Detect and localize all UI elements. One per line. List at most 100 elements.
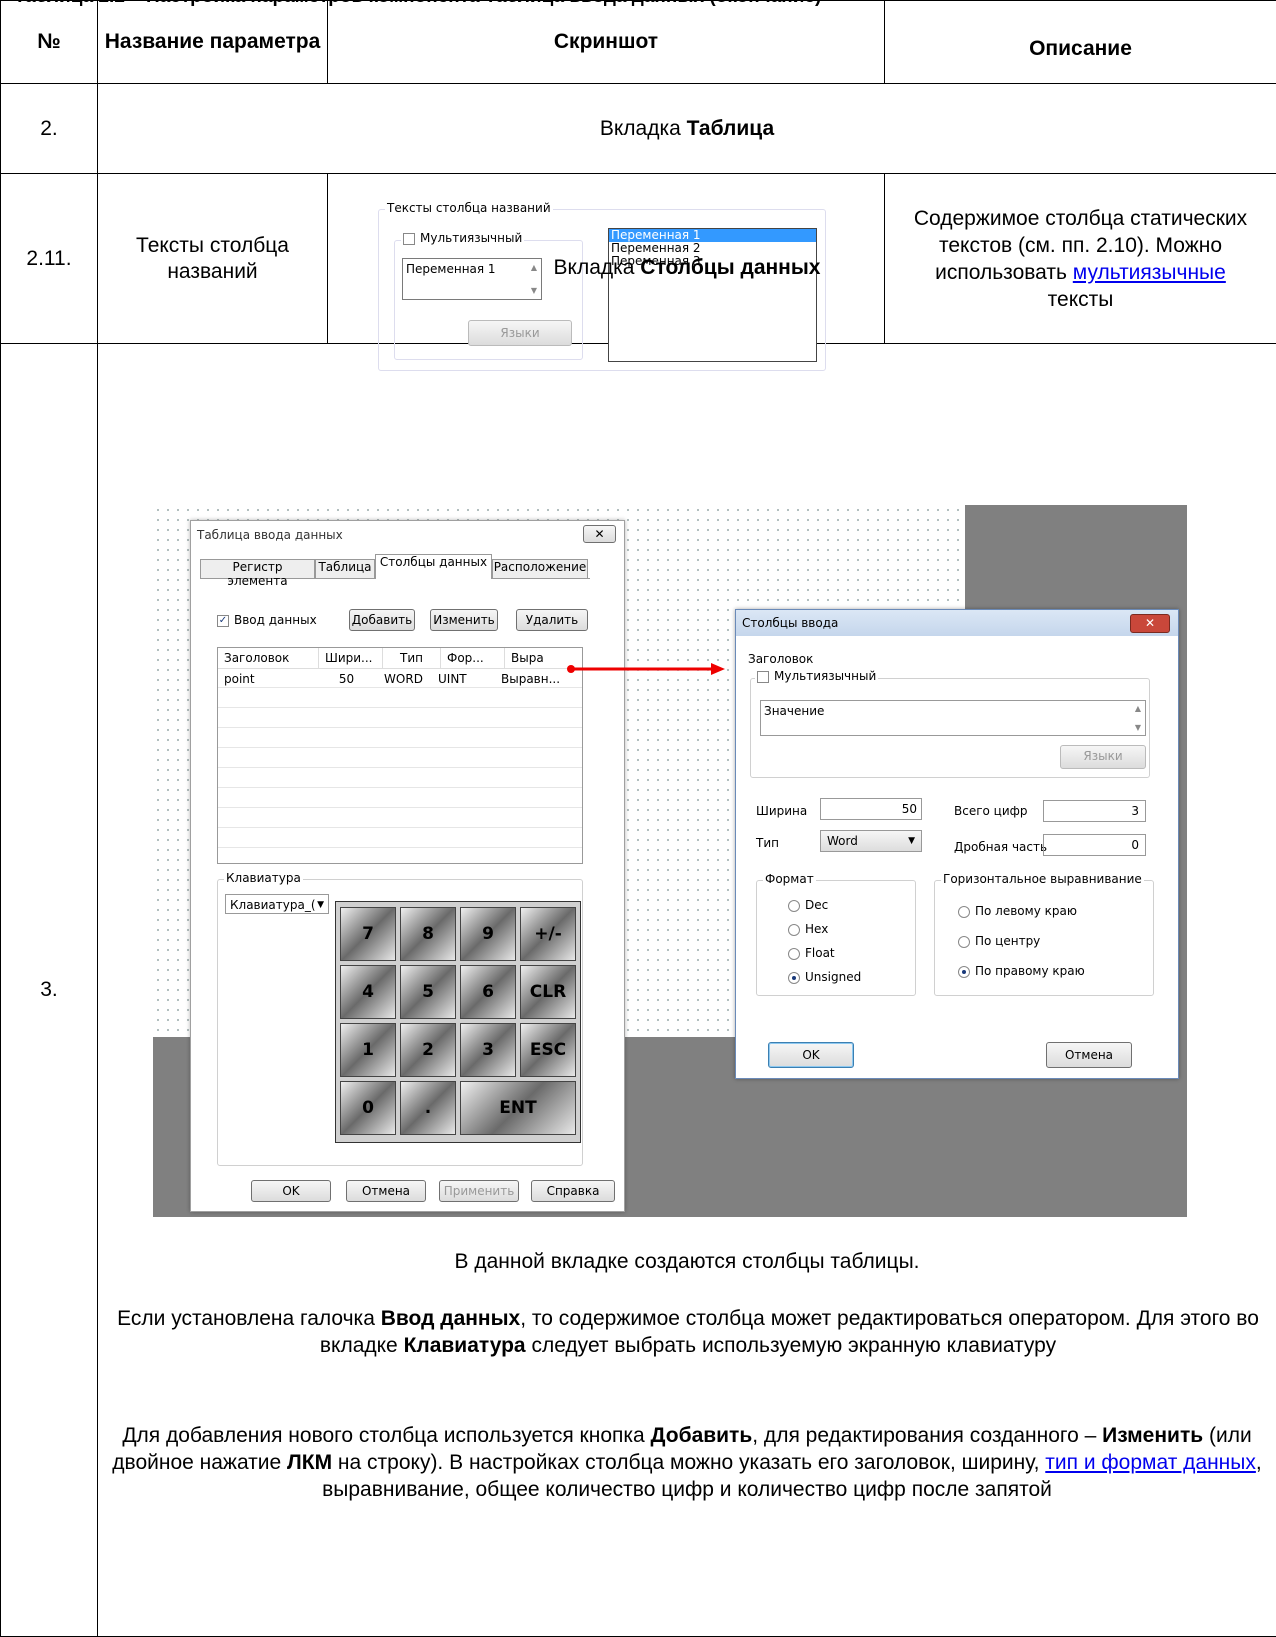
key-plus-minus[interactable]: +/- bbox=[520, 907, 576, 961]
radio-icon[interactable] bbox=[788, 948, 800, 960]
cell-type: WORD bbox=[375, 669, 432, 689]
digits-input[interactable]: 3 bbox=[1043, 800, 1146, 822]
titles-list[interactable]: Переменная 1 Переменная 2 Переменная 3 bbox=[608, 228, 817, 362]
radio-label: Float bbox=[805, 946, 835, 960]
radio-label: Unsigned bbox=[805, 970, 861, 984]
digits-label: Всего цифр bbox=[954, 804, 1028, 818]
table-row[interactable]: point 50 WORD UINT Выравн... bbox=[218, 669, 582, 689]
key-0[interactable]: 0 bbox=[340, 1081, 396, 1135]
data-input-check[interactable]: ✓ Ввод данных bbox=[217, 613, 317, 627]
multilang-check[interactable]: Мультиязычный bbox=[755, 669, 878, 683]
key-clr[interactable]: CLR bbox=[520, 965, 576, 1019]
ok-button[interactable]: OK bbox=[251, 1180, 331, 1202]
keyboard-select-value: Клавиатура_( bbox=[230, 898, 316, 912]
cancel-button[interactable]: Отмена bbox=[346, 1180, 426, 1202]
key-9[interactable]: 9 bbox=[460, 907, 516, 961]
data-type-link[interactable]: тип и формат данных bbox=[1045, 1451, 1256, 1474]
key-2[interactable]: 2 bbox=[400, 1023, 456, 1077]
radio-align-center[interactable]: По центру bbox=[958, 934, 1040, 948]
edit-button[interactable]: Изменить bbox=[430, 609, 498, 631]
radio-align-right[interactable]: По правому краю bbox=[958, 964, 1085, 978]
tab-table[interactable]: Таблица bbox=[315, 559, 375, 579]
key-6[interactable]: 6 bbox=[460, 965, 516, 1019]
key-8[interactable]: 8 bbox=[400, 907, 456, 961]
radio-icon[interactable] bbox=[788, 924, 800, 936]
row-3-title: Вкладка Столбцы данных bbox=[98, 256, 1276, 280]
multilang-check[interactable]: Мультиязычный bbox=[401, 231, 524, 245]
languages-button[interactable]: Языки bbox=[1060, 745, 1146, 769]
width-input[interactable]: 50 bbox=[820, 798, 922, 820]
paragraph-3: Для добавления нового столбца использует… bbox=[104, 1422, 1270, 1503]
key-4[interactable]: 4 bbox=[340, 965, 396, 1019]
key-1[interactable]: 1 bbox=[340, 1023, 396, 1077]
radio-icon[interactable] bbox=[788, 900, 800, 912]
radio-float[interactable]: Float bbox=[788, 946, 835, 960]
header-num: № bbox=[1, 1, 98, 84]
p2-text: следует выбрать используемую экранную кл… bbox=[526, 1334, 1057, 1357]
row-3-num: 3. bbox=[1, 344, 98, 1637]
radio-selected-icon[interactable] bbox=[958, 966, 970, 978]
radio-dec[interactable]: Dec bbox=[788, 898, 828, 912]
radio-icon[interactable] bbox=[958, 936, 970, 948]
radio-unsigned[interactable]: Unsigned bbox=[788, 970, 861, 984]
checkbox-icon[interactable] bbox=[757, 671, 769, 683]
ok-button[interactable]: OK bbox=[768, 1042, 854, 1068]
help-button[interactable]: Справка bbox=[531, 1180, 615, 1202]
columns-list[interactable]: Заголовок Шири... Тип Фор... Выра point … bbox=[217, 647, 583, 864]
key-dot[interactable]: . bbox=[400, 1081, 456, 1135]
key-esc[interactable]: ESC bbox=[520, 1023, 576, 1077]
key-5[interactable]: 5 bbox=[400, 965, 456, 1019]
apply-button[interactable]: Применить bbox=[439, 1180, 519, 1202]
add-button[interactable]: Добавить bbox=[349, 609, 415, 631]
type-label: Тип bbox=[756, 836, 779, 850]
align-group-label: Горизонтальное выравнивание bbox=[941, 872, 1144, 886]
row-2-num: 2. bbox=[1, 84, 98, 174]
dialog-table-input: Таблица ввода данных ✕ Регистр элемента … bbox=[190, 520, 625, 1212]
radio-align-left[interactable]: По левому краю bbox=[958, 904, 1077, 918]
col-type[interactable]: Тип bbox=[383, 648, 441, 668]
col-align[interactable]: Выра bbox=[505, 648, 571, 668]
header-text-field[interactable]: Значение ▲ ▼ bbox=[760, 700, 1146, 736]
keyboard-select[interactable]: Клавиатура_( ▼ bbox=[225, 894, 329, 914]
header-text-value: Значение bbox=[764, 704, 824, 718]
close-icon: ✕ bbox=[594, 527, 604, 541]
close-button[interactable]: ✕ bbox=[583, 525, 616, 543]
radio-selected-icon[interactable] bbox=[788, 972, 800, 984]
keypad: 7 8 9 +/- 4 5 6 CLR 1 2 3 ESC 0 . ENT bbox=[335, 901, 581, 1143]
cell-format: UINT bbox=[432, 669, 495, 689]
dialog2-title: Столбцы ввода bbox=[742, 616, 838, 630]
scroll-down-icon[interactable]: ▼ bbox=[1135, 723, 1141, 732]
key-3[interactable]: 3 bbox=[460, 1023, 516, 1077]
format-group-label: Формат bbox=[763, 872, 816, 886]
group-label: Тексты столбца названий bbox=[385, 201, 553, 215]
close-button[interactable]: ✕ bbox=[1130, 614, 1170, 633]
row-2-11-num: 2.11. bbox=[1, 174, 98, 344]
checkbox-checked-icon[interactable]: ✓ bbox=[217, 615, 229, 627]
radio-icon[interactable] bbox=[958, 906, 970, 918]
delete-button[interactable]: Удалить bbox=[516, 609, 588, 631]
scroll-down-icon[interactable]: ▼ bbox=[531, 286, 537, 295]
tab-register[interactable]: Регистр элемента bbox=[200, 559, 315, 579]
col-title[interactable]: Заголовок bbox=[218, 648, 319, 668]
data-input-label: Ввод данных bbox=[234, 613, 317, 627]
col-format[interactable]: Фор... bbox=[441, 648, 505, 668]
cell-align: Выравн... bbox=[495, 669, 561, 689]
header-screenshot: Скриншот bbox=[328, 1, 885, 84]
scroll-up-icon[interactable]: ▲ bbox=[1135, 704, 1141, 713]
chevron-down-icon: ▼ bbox=[317, 895, 324, 915]
type-select[interactable]: Word ▼ bbox=[820, 830, 922, 852]
tab-data-columns[interactable]: Столбцы данных bbox=[375, 554, 492, 579]
languages-button[interactable]: Языки bbox=[468, 320, 572, 346]
key-enter[interactable]: ENT bbox=[460, 1081, 576, 1135]
desc-tail: тексты bbox=[1048, 288, 1114, 311]
checkbox-icon[interactable] bbox=[403, 233, 415, 245]
radio-label: По левому краю bbox=[975, 904, 1077, 918]
radio-label: Hex bbox=[805, 922, 828, 936]
key-7[interactable]: 7 bbox=[340, 907, 396, 961]
cancel-button[interactable]: Отмена bbox=[1046, 1042, 1132, 1068]
fraction-input[interactable]: 0 bbox=[1043, 834, 1146, 856]
screenshot-texts: Тексты столбца названий Мультиязычный Пе… bbox=[368, 196, 827, 370]
tab-location[interactable]: Расположение bbox=[492, 559, 588, 579]
col-width[interactable]: Шири... bbox=[319, 648, 383, 668]
radio-hex[interactable]: Hex bbox=[788, 922, 828, 936]
